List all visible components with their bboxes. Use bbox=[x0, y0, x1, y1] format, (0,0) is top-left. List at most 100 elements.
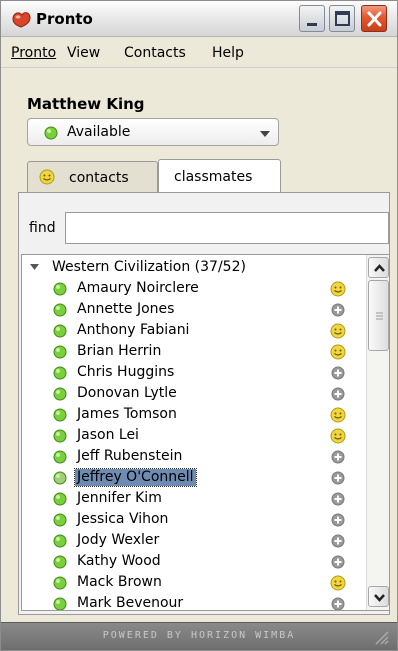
list-item[interactable]: Brian Herrin bbox=[22, 341, 362, 362]
list-item[interactable]: Kathy Wood bbox=[22, 551, 362, 572]
status-dropdown[interactable]: Available bbox=[27, 118, 279, 146]
smiley-icon[interactable] bbox=[330, 323, 346, 339]
list-item[interactable]: Jody Wexler bbox=[22, 530, 362, 551]
member-name: Donovan Lytle bbox=[77, 385, 177, 401]
menu-bar: Pronto View Contacts Help bbox=[1, 38, 397, 68]
online-status-icon bbox=[53, 324, 67, 338]
tab-contacts-label: contacts bbox=[69, 170, 129, 186]
list-item[interactable]: Jason Lei bbox=[22, 425, 362, 446]
list-item[interactable]: Jeff Rubenstein bbox=[22, 446, 362, 467]
plus-icon[interactable] bbox=[330, 386, 346, 402]
online-status-icon bbox=[53, 534, 67, 548]
plus-icon[interactable] bbox=[330, 302, 346, 318]
member-name: Jessica Vihon bbox=[77, 511, 169, 527]
online-status-icon bbox=[53, 597, 67, 610]
menu-help[interactable]: Help bbox=[212, 45, 244, 61]
list-item[interactable]: Jessica Vihon bbox=[22, 509, 362, 530]
online-status-icon bbox=[53, 345, 67, 359]
plus-icon[interactable] bbox=[330, 470, 346, 486]
member-name: Jason Lei bbox=[77, 427, 139, 443]
online-status-icon bbox=[53, 450, 67, 464]
plus-icon[interactable] bbox=[330, 554, 346, 570]
collapse-arrow-icon[interactable] bbox=[30, 264, 39, 270]
member-name: Mack Brown bbox=[77, 574, 162, 590]
smiley-icon[interactable] bbox=[330, 575, 346, 591]
scroll-down-button[interactable] bbox=[368, 586, 389, 607]
online-status-icon bbox=[53, 408, 67, 422]
scroll-up-button[interactable] bbox=[368, 257, 389, 278]
title-bar[interactable]: Pronto bbox=[1, 1, 397, 37]
minimize-icon bbox=[307, 23, 317, 26]
online-status-icon bbox=[53, 471, 67, 485]
tab-classmates-label: classmates bbox=[174, 169, 253, 185]
list-item[interactable]: Jennifer Kim bbox=[22, 488, 362, 509]
tab-contacts[interactable]: contacts bbox=[27, 161, 158, 193]
online-status-icon bbox=[53, 282, 67, 296]
maximize-icon bbox=[335, 11, 350, 26]
chevron-up-icon bbox=[374, 264, 385, 272]
smiley-icon[interactable] bbox=[330, 281, 346, 297]
list-item[interactable]: Chris Huggins bbox=[22, 362, 362, 383]
close-button[interactable] bbox=[361, 5, 387, 32]
member-name: Jody Wexler bbox=[77, 532, 160, 548]
list-item[interactable]: Anthony Fabiani bbox=[22, 320, 362, 341]
member-name: Anthony Fabiani bbox=[77, 322, 190, 338]
member-name: Jeffrey O'Connell bbox=[74, 468, 197, 487]
user-name: Matthew King bbox=[27, 95, 145, 113]
list-item[interactable]: Donovan Lytle bbox=[22, 383, 362, 404]
vertical-scrollbar[interactable] bbox=[366, 255, 389, 610]
pronto-window: Pronto Pronto View Contacts Help Matthew… bbox=[0, 0, 398, 651]
smiley-icon[interactable] bbox=[330, 428, 346, 444]
find-input[interactable] bbox=[65, 212, 389, 244]
minimize-button[interactable] bbox=[299, 5, 325, 32]
plus-icon[interactable] bbox=[330, 533, 346, 549]
close-icon bbox=[367, 11, 382, 27]
member-name: Amaury Noirclere bbox=[77, 280, 199, 296]
menu-pronto[interactable]: Pronto bbox=[11, 45, 56, 61]
member-name: Brian Herrin bbox=[77, 343, 162, 359]
plus-icon[interactable] bbox=[330, 596, 346, 611]
classmates-list: Western Civilization (37/52) Amaury Noir… bbox=[21, 254, 390, 611]
group-header[interactable]: Western Civilization (37/52) bbox=[22, 257, 362, 277]
resize-grip-icon[interactable] bbox=[373, 629, 389, 645]
online-status-icon bbox=[53, 366, 67, 380]
tab-classmates[interactable]: classmates bbox=[158, 159, 281, 193]
chevron-down-icon bbox=[374, 594, 385, 602]
plus-icon[interactable] bbox=[330, 491, 346, 507]
status-value: Available bbox=[67, 124, 131, 140]
online-status-icon bbox=[53, 513, 67, 527]
menu-view[interactable]: View bbox=[67, 45, 100, 61]
find-label: find bbox=[29, 220, 56, 236]
online-status-icon bbox=[53, 387, 67, 401]
member-name: Jennifer Kim bbox=[77, 490, 162, 506]
list-item[interactable]: Mark Bevenour bbox=[22, 593, 362, 611]
online-status-icon bbox=[53, 492, 67, 506]
smiley-icon[interactable] bbox=[330, 344, 346, 360]
available-status-icon bbox=[44, 126, 58, 140]
scroll-thumb[interactable] bbox=[368, 280, 389, 351]
chevron-down-icon bbox=[260, 131, 270, 137]
plus-icon[interactable] bbox=[330, 512, 346, 528]
member-name: Chris Huggins bbox=[77, 364, 175, 380]
online-status-icon bbox=[53, 576, 67, 590]
list-item[interactable]: Amaury Noirclere bbox=[22, 278, 362, 299]
list-item[interactable]: Mack Brown bbox=[22, 572, 362, 593]
online-status-icon bbox=[53, 555, 67, 569]
maximize-button[interactable] bbox=[329, 5, 355, 32]
member-name: Annette Jones bbox=[77, 301, 175, 317]
online-status-icon bbox=[53, 303, 67, 317]
list-item[interactable]: Jeffrey O'Connell bbox=[22, 467, 362, 488]
member-name: Mark Bevenour bbox=[77, 595, 184, 611]
list-item[interactable]: James Tomson bbox=[22, 404, 362, 425]
plus-icon[interactable] bbox=[330, 449, 346, 465]
list-item[interactable]: Annette Jones bbox=[22, 299, 362, 320]
member-name: James Tomson bbox=[77, 406, 177, 422]
grip-icon bbox=[376, 312, 383, 320]
footer-text: POWERED BY HORIZON WIMBA bbox=[102, 630, 296, 641]
footer-bar: POWERED BY HORIZON WIMBA bbox=[1, 622, 397, 650]
menu-contacts[interactable]: Contacts bbox=[124, 45, 186, 61]
member-name: Kathy Wood bbox=[77, 553, 161, 569]
plus-icon[interactable] bbox=[330, 365, 346, 381]
smiley-icon[interactable] bbox=[330, 407, 346, 423]
group-label: Western Civilization (37/52) bbox=[52, 259, 246, 275]
